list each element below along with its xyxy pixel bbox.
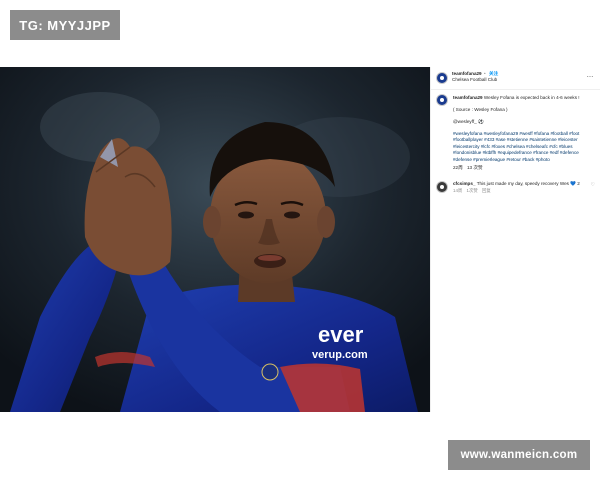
comment-meta: 14周 1次赞 回复 bbox=[453, 188, 588, 194]
more-options-icon[interactable]: … bbox=[587, 72, 595, 79]
location-subtitle[interactable]: Chelsea Football Club bbox=[452, 77, 497, 83]
bottom-watermark-badge: www.wanmeicn.com bbox=[448, 440, 590, 470]
instagram-post: ever verup.com teamfofana29 • 关注 Chelsea… bbox=[0, 67, 600, 412]
caption-meta: 22周 13 次赞 bbox=[453, 165, 595, 171]
top-watermark-text: TG: MYYJJPP bbox=[19, 17, 111, 33]
comment-text: This just made my day, speedy recovery W… bbox=[476, 181, 576, 186]
player-photo-illustration: ever verup.com bbox=[0, 67, 430, 412]
post-photo[interactable]: ever verup.com bbox=[0, 67, 430, 412]
comment-line: cfcsimps_ This just made my day, speedy … bbox=[453, 181, 588, 187]
caption-text: Wesley Fofana is expected back in 4-6 we… bbox=[483, 95, 580, 100]
reply-button[interactable]: 回复 bbox=[482, 188, 491, 193]
caption-hashtags[interactable]: #wesleyfofana #wesleyfofana29 #wesff #fo… bbox=[453, 131, 595, 163]
bottom-watermark-text: www.wanmeicn.com bbox=[460, 449, 578, 461]
post-caption: teamfofana29 Wesley Fofana is expected b… bbox=[453, 95, 595, 171]
commenter-avatar[interactable] bbox=[436, 181, 448, 193]
top-watermark-badge: TG: MYYJJPP bbox=[10, 10, 120, 40]
caption-mention[interactable]: @wesleyff_ ⚽ bbox=[453, 119, 595, 125]
comment-username[interactable]: cfcsimps_ bbox=[453, 181, 475, 186]
caption-time: 22周 bbox=[453, 165, 463, 171]
caption-likes[interactable]: 13 次赞 bbox=[467, 165, 483, 170]
comment-likes[interactable]: 1次赞 bbox=[467, 188, 478, 193]
comment: cfcsimps_ This just made my day, speedy … bbox=[453, 181, 588, 194]
comment-time: 14周 bbox=[453, 188, 463, 193]
sponsor-text-line2: verup.com bbox=[312, 349, 368, 361]
caption-username[interactable]: teamfofana29 bbox=[453, 95, 483, 100]
comment-like-heart-icon[interactable]: ♡ bbox=[591, 182, 595, 188]
caption-source: ( Source : Wesley Fofana ) bbox=[453, 107, 508, 112]
caption-line: teamfofana29 Wesley Fofana is expected b… bbox=[453, 95, 595, 101]
author-avatar[interactable] bbox=[436, 72, 448, 84]
comment-badge: 2 bbox=[577, 181, 580, 186]
post-header: teamfofana29 • 关注 Chelsea Football Club … bbox=[431, 67, 600, 90]
sponsor-text-line1: ever bbox=[318, 322, 364, 347]
post-side-panel: teamfofana29 • 关注 Chelsea Football Club … bbox=[430, 67, 600, 412]
caption-author-avatar[interactable] bbox=[436, 94, 448, 106]
